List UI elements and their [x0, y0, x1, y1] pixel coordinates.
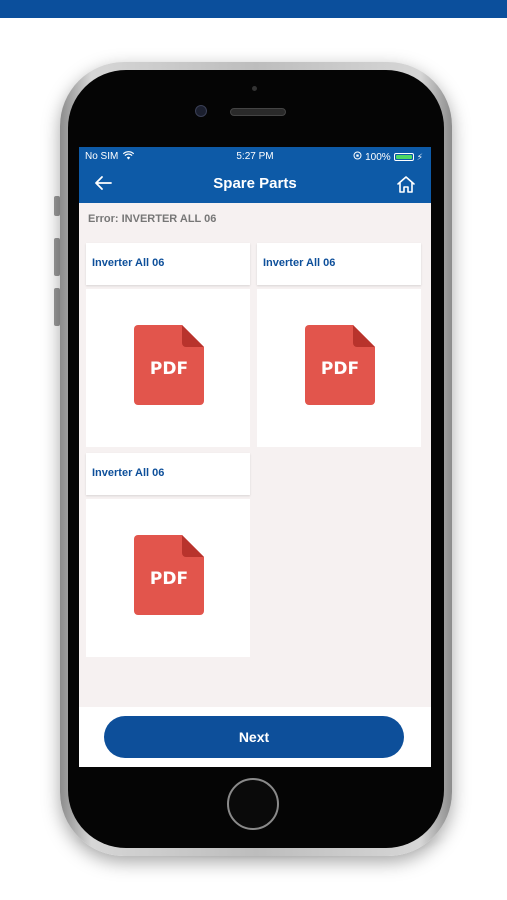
document-title: Inverter All 06 — [263, 257, 336, 269]
pdf-icon-label: PDF — [150, 569, 188, 589]
proximity-sensor — [252, 86, 257, 91]
status-battery-group: 100% ⚡ — [353, 151, 423, 163]
battery-percent: 100% — [365, 151, 391, 163]
error-label: Error: INVERTER ALL 06 — [88, 213, 217, 225]
document-card[interactable]: Inverter All 06 PDF — [86, 243, 250, 447]
bottom-action-bar: Next — [79, 707, 431, 767]
nav-bar: Spare Parts — [79, 167, 431, 203]
pdf-icon-label: PDF — [150, 359, 188, 379]
document-card-body: PDF — [86, 499, 250, 657]
pdf-file-icon[interactable]: PDF — [134, 325, 204, 405]
next-button[interactable]: Next — [104, 716, 404, 758]
earpiece-speaker — [230, 108, 286, 116]
charging-icon: ⚡ — [416, 151, 423, 162]
document-title: Inverter All 06 — [92, 257, 165, 269]
document-card-header: Inverter All 06 — [257, 243, 421, 285]
document-card-header: Inverter All 06 — [86, 453, 250, 495]
top-banner — [0, 0, 507, 18]
home-button[interactable] — [395, 174, 417, 196]
battery-fill — [395, 155, 412, 159]
home-icon — [397, 176, 415, 193]
document-title: Inverter All 06 — [92, 467, 165, 479]
document-card[interactable]: Inverter All 06 PDF — [257, 243, 421, 447]
phone-home-button — [227, 778, 279, 830]
document-card-body: PDF — [257, 289, 421, 447]
document-card-body: PDF — [86, 289, 250, 447]
pdf-file-icon[interactable]: PDF — [134, 535, 204, 615]
page-title: Spare Parts — [213, 175, 297, 192]
front-camera — [195, 105, 207, 117]
battery-icon — [393, 153, 414, 161]
pdf-icon-label: PDF — [321, 359, 359, 379]
pdf-file-icon[interactable]: PDF — [305, 325, 375, 405]
orientation-lock-icon — [353, 151, 362, 163]
app-screen: No SIM 5:27 PM 100% ⚡ Spare Parts Error:… — [79, 147, 431, 767]
status-bar: No SIM 5:27 PM 100% ⚡ — [79, 147, 431, 167]
document-card-header: Inverter All 06 — [86, 243, 250, 285]
document-card[interactable]: Inverter All 06 PDF — [86, 453, 250, 657]
